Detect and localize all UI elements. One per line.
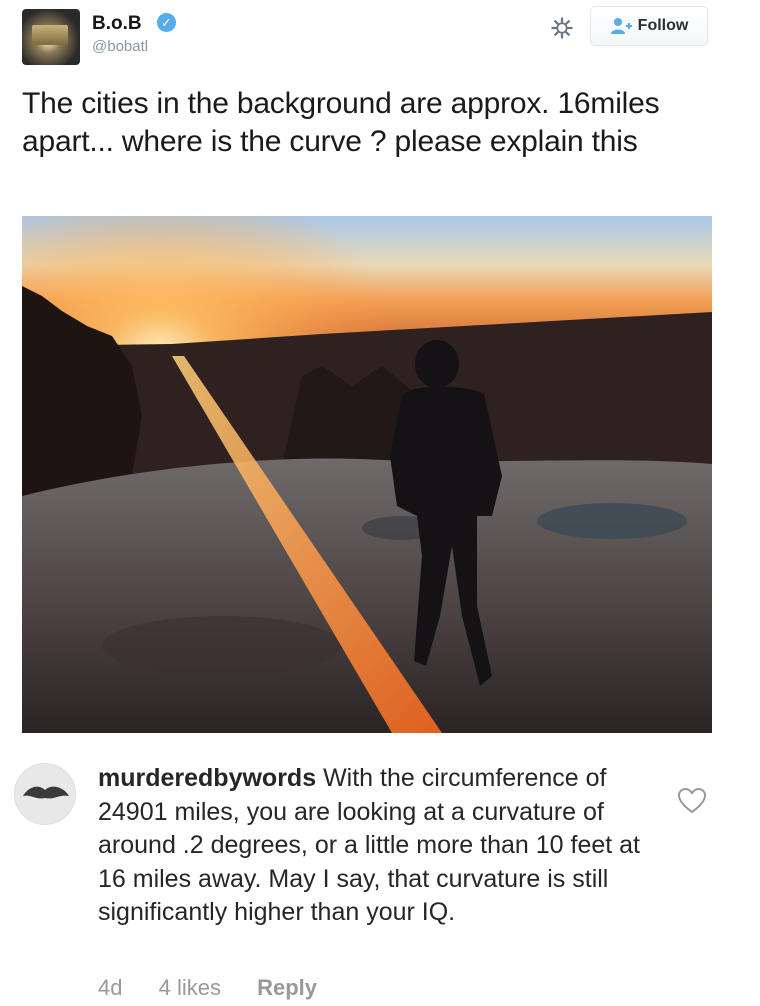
comment-time[interactable]: 4d — [98, 975, 122, 1001]
comment-username[interactable]: murderedbywords — [98, 764, 316, 792]
sunset-photo — [22, 216, 712, 733]
heart-icon[interactable] — [677, 787, 707, 815]
tweet-text: The cities in the background are approx.… — [22, 87, 660, 158]
follow-button[interactable]: Follow — [590, 6, 708, 46]
reply-button[interactable]: Reply — [257, 975, 317, 1001]
comment-meta: 4d 4 likes Reply — [98, 975, 347, 1001]
verified-badge-icon: ✓ — [157, 13, 176, 32]
author-display-name[interactable]: B.o.B — [92, 13, 142, 35]
commenter-avatar-image — [15, 764, 75, 824]
comment-body: murderedbywords With the circumference o… — [98, 762, 658, 930]
tweet-photo[interactable] — [22, 216, 712, 733]
gear-icon[interactable] — [551, 17, 573, 39]
author-handle[interactable]: @bobatl — [92, 38, 148, 55]
comment-likes[interactable]: 4 likes — [159, 975, 221, 1001]
author-avatar[interactable] — [22, 9, 80, 65]
follow-label: Follow — [637, 17, 689, 34]
add-user-icon — [610, 18, 632, 34]
commenter-avatar[interactable] — [14, 763, 76, 825]
